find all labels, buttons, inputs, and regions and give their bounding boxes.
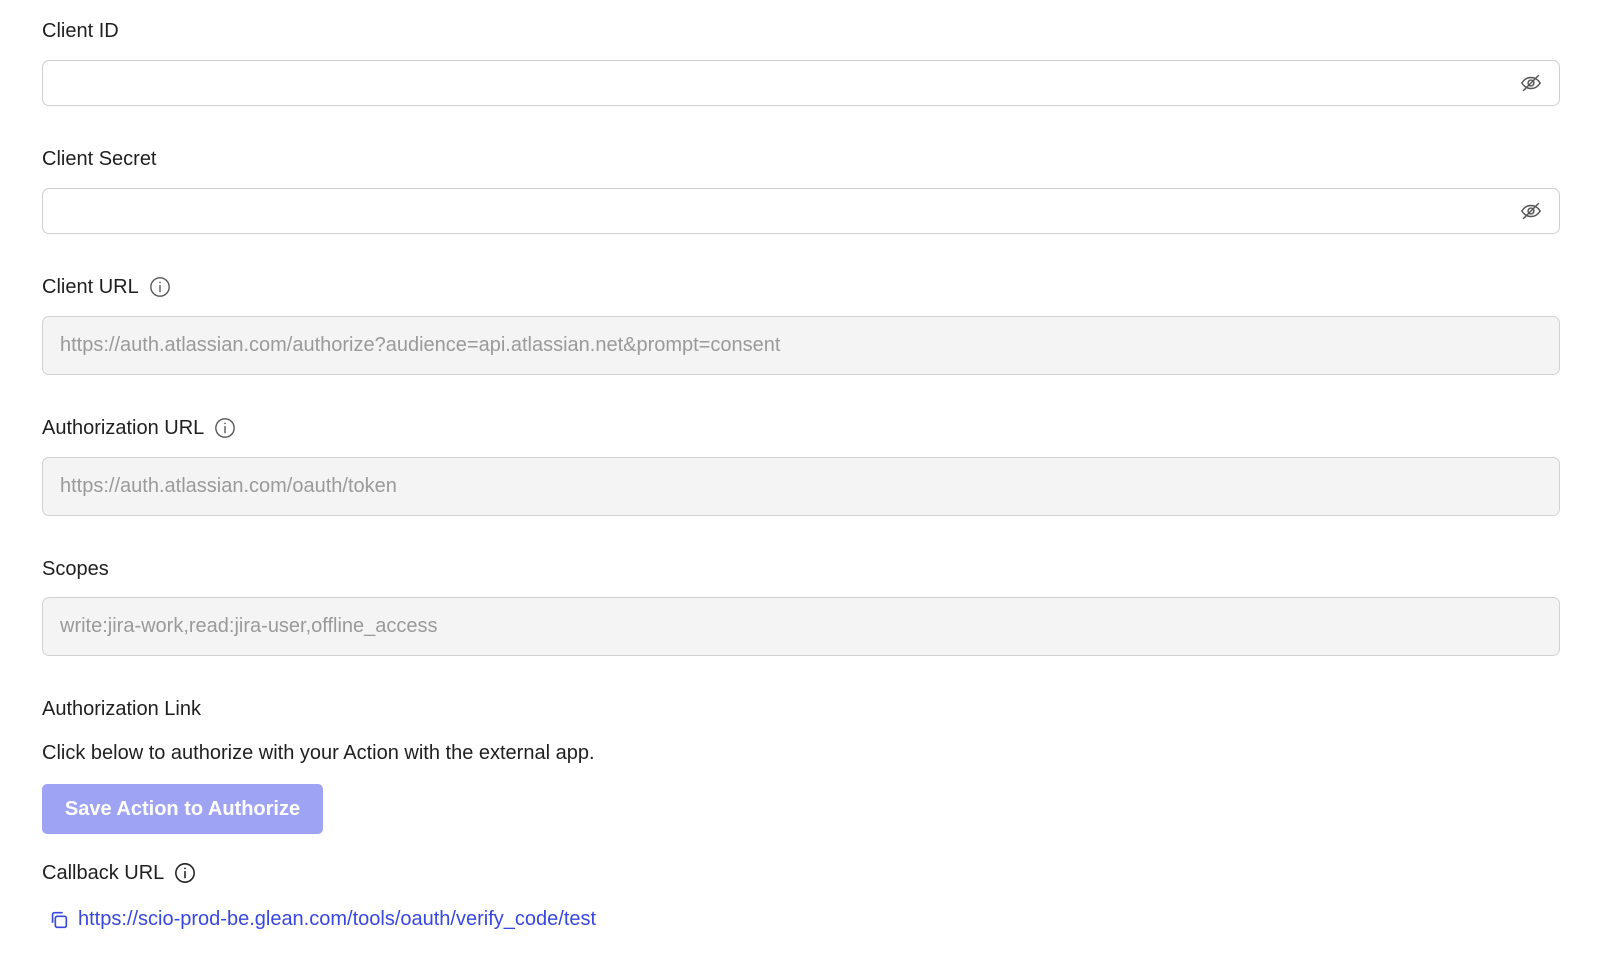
client-secret-label-text: Client Secret <box>42 148 157 170</box>
client-secret-field[interactable] <box>42 188 1560 234</box>
callback-url-link[interactable]: https://scio-prod-be.glean.com/tools/oau… <box>78 908 596 931</box>
info-icon[interactable] <box>174 862 196 884</box>
authorization-url-label-text: Authorization URL <box>42 417 205 439</box>
callback-url-row: https://scio-prod-be.glean.com/tools/oau… <box>48 908 596 931</box>
client-url-field[interactable] <box>42 316 1560 375</box>
client-id-label: Client ID <box>42 19 119 43</box>
authorization-link-description: Click below to authorize with your Actio… <box>42 742 595 764</box>
authorization-url-field[interactable] <box>42 457 1560 516</box>
info-icon[interactable] <box>214 417 236 439</box>
scopes-field[interactable] <box>42 597 1560 656</box>
authorization-url-label: Authorization URL <box>42 416 236 440</box>
scopes-input[interactable] <box>43 598 1559 655</box>
authorization-link-heading: Authorization Link <box>42 697 201 721</box>
client-secret-label: Client Secret <box>42 147 157 171</box>
client-url-label: Client URL <box>42 275 171 299</box>
eye-slash-icon[interactable] <box>1519 71 1543 95</box>
client-id-field[interactable] <box>42 60 1560 106</box>
client-secret-input[interactable] <box>43 189 1559 233</box>
authorization-url-input[interactable] <box>43 458 1559 515</box>
info-icon[interactable] <box>149 276 171 298</box>
scopes-label: Scopes <box>42 557 109 581</box>
copy-icon[interactable] <box>48 909 70 931</box>
scopes-label-text: Scopes <box>42 558 109 580</box>
client-id-input[interactable] <box>43 61 1559 105</box>
callback-url-label-text: Callback URL <box>42 862 165 884</box>
client-id-label-text: Client ID <box>42 20 119 42</box>
eye-slash-icon[interactable] <box>1519 199 1543 223</box>
authorization-link-heading-text: Authorization Link <box>42 698 201 720</box>
callback-url-label: Callback URL <box>42 861 196 885</box>
client-url-input[interactable] <box>43 317 1559 374</box>
save-action-to-authorize-button[interactable]: Save Action to Authorize <box>42 784 323 834</box>
client-url-label-text: Client URL <box>42 276 139 298</box>
